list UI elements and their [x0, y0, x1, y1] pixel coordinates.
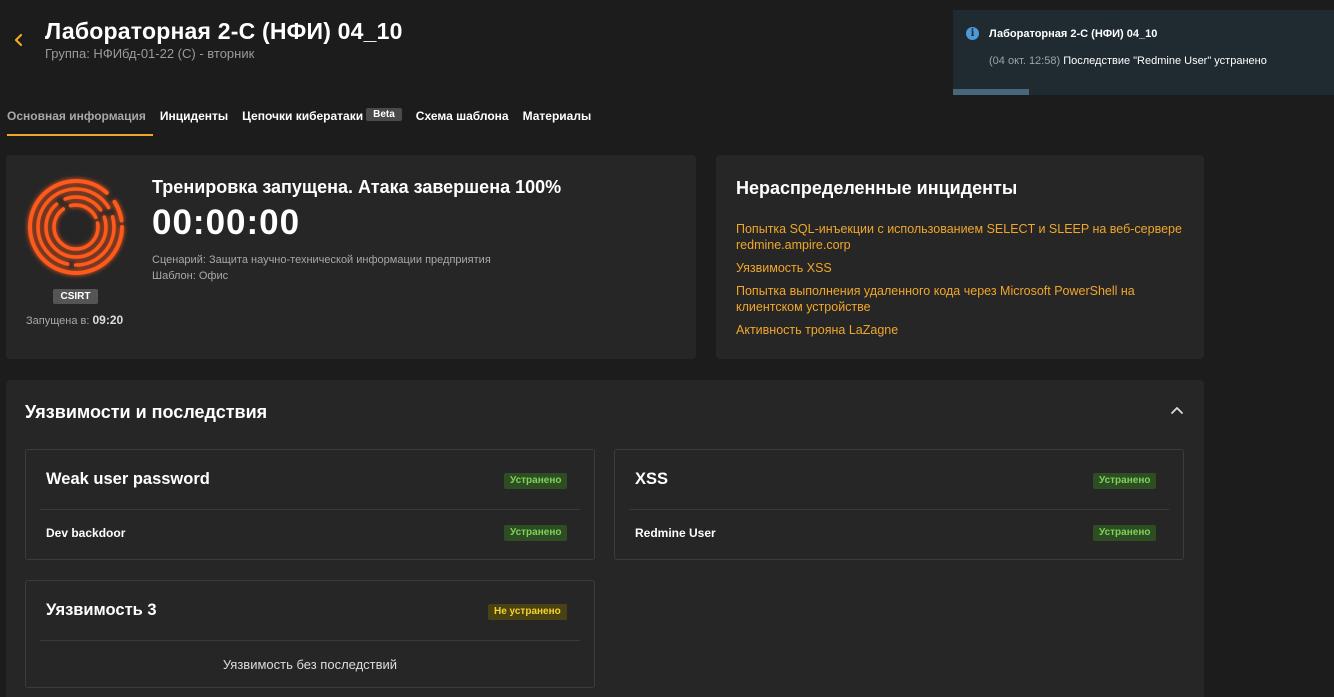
toast-text: Последствие "Redmine User" устранено [1063, 55, 1267, 67]
tab-label: Инциденты [159, 109, 229, 123]
chevron-up-icon [1171, 407, 1183, 414]
vulnerabilities-title: Уязвимости и последствия [25, 402, 268, 422]
divider [40, 640, 580, 641]
toast-title: Лабораторная 2-С (НФИ) 04_10 [989, 28, 1158, 40]
tab-attack-chains[interactable]: Цепочки кибератаки Beta [235, 108, 409, 136]
vulnerability-name: Уязвимость 3 [46, 601, 157, 619]
template-text: Шаблон: Офис [152, 270, 229, 282]
back-button[interactable] [12, 30, 30, 52]
tab-label: Цепочки кибератаки [242, 109, 364, 123]
training-ring-icon [28, 179, 124, 275]
toast-time: (04 окт. 12:58) [989, 55, 1061, 67]
training-timer: 00:00:00 [152, 203, 301, 242]
vulnerability-card: Уязвимость 3 Не устранено Уязвимость без… [25, 580, 595, 688]
status-badge: Устранено [1093, 525, 1157, 541]
toast-notification[interactable]: i Лабораторная 2-С (НФИ) 04_10 (04 окт. … [953, 10, 1334, 95]
info-icon: i [966, 27, 979, 40]
no-consequences-text: Уязвимость без последствий [222, 657, 398, 672]
beta-badge: Beta [366, 108, 402, 121]
incident-link[interactable]: Попытка выполнения удаленного кода через… [736, 283, 1191, 315]
toast-message: (04 окт. 12:58) Последствие "Redmine Use… [989, 55, 1267, 67]
started-at: Запущена в: 09:20 [26, 313, 123, 327]
incident-link[interactable]: Попытка SQL-инъекции с использованием SE… [736, 221, 1191, 253]
vulnerability-name: XSS [635, 470, 669, 488]
incident-list: Попытка SQL-инъекции с использованием SE… [736, 221, 1191, 345]
tab-label: Схема шаблона [415, 109, 509, 123]
vulnerability-card: Weak user password Устранено Dev backdoo… [25, 449, 595, 560]
team-badge: CSIRT [53, 289, 98, 304]
chevron-left-icon [14, 33, 23, 47]
tab-label: Материалы [522, 109, 592, 123]
started-time: 09:20 [92, 313, 124, 327]
tab-label: Основная информация [7, 109, 146, 123]
status-badge: Не устранено [488, 604, 567, 620]
divider [40, 509, 580, 510]
training-status: Тренировка запущена. Атака завершена 100… [152, 177, 562, 197]
tab-bar: Основная информация Инциденты Цепочки ки… [0, 108, 598, 136]
status-badge: Устранено [1093, 473, 1157, 489]
vulnerability-card: XSS Устранено Redmine User Устранено [614, 449, 1184, 560]
status-badge: Устранено [504, 473, 568, 489]
incidents-title: Нераспределенные инциденты [736, 178, 1018, 198]
vulnerability-name: Weak user password [46, 470, 210, 488]
tab-incidents[interactable]: Инциденты [153, 108, 235, 136]
vulnerabilities-section: Уязвимости и последствия Weak user passw… [6, 380, 1204, 697]
toast-progress-bar [953, 89, 1030, 95]
unassigned-incidents-card: Нераспределенные инциденты Попытка SQL-и… [716, 155, 1204, 359]
scenario-text: Сценарий: Защита научно-технической инфо… [152, 254, 491, 266]
training-card: CSIRT Запущена в: 09:20 Тренировка запущ… [6, 155, 696, 359]
page-title: Лабораторная 2-С (НФИ) 04_10 [45, 18, 403, 44]
collapse-button[interactable] [1168, 402, 1186, 420]
consequence-name: Redmine User [635, 526, 716, 540]
divider [629, 509, 1169, 510]
tab-main-info[interactable]: Основная информация [0, 108, 153, 136]
consequence-name: Dev backdoor [46, 526, 126, 540]
incident-link[interactable]: Уязвимость XSS [736, 260, 1191, 276]
tab-materials[interactable]: Материалы [516, 108, 599, 136]
incident-link[interactable]: Активность трояна LaZagne [736, 322, 1191, 338]
toast-progress-track [953, 89, 1334, 95]
status-badge: Устранено [504, 525, 568, 541]
page-subtitle: Группа: НФИбд-01-22 (С) - вторник [45, 46, 255, 61]
tab-template-schema[interactable]: Схема шаблона [409, 108, 516, 136]
started-label: Запущена в: [26, 315, 90, 327]
